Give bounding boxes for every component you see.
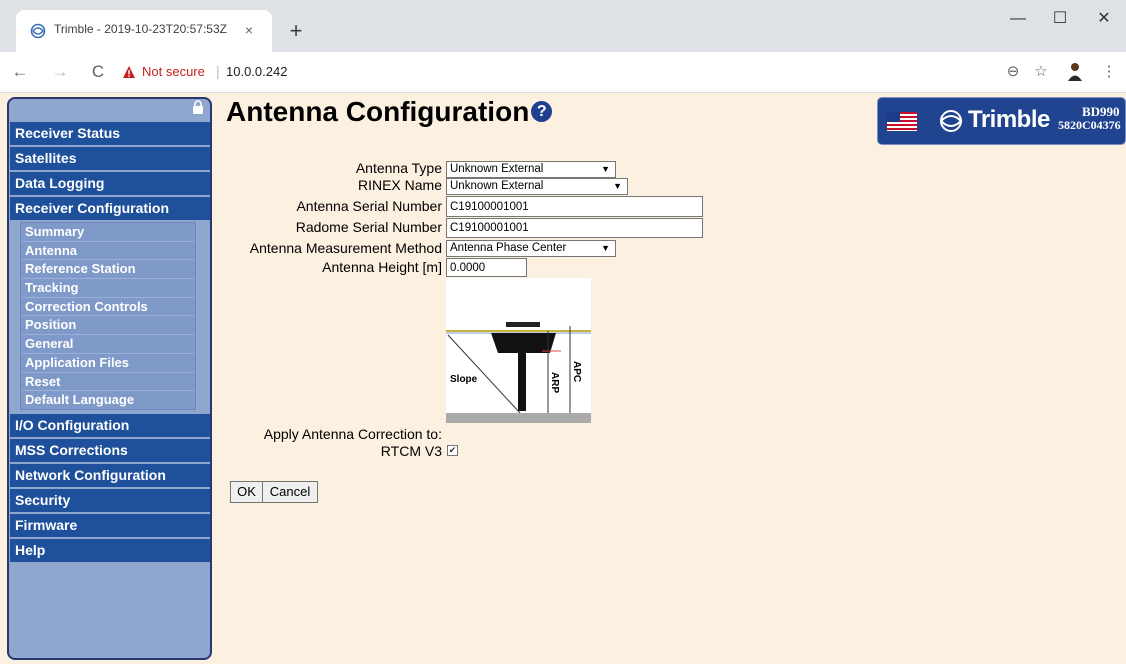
measurement-method-select[interactable]: Antenna Phase Center ▼ — [446, 240, 616, 257]
antenna-type-label: Antenna Type — [355, 160, 442, 176]
address-bar[interactable]: Not secure | 10.0.0.242 — [118, 58, 1026, 86]
sidebar-subitem-correction-controls[interactable]: Correction Controls — [21, 297, 195, 317]
rinex-name-label: RINEX Name — [357, 177, 442, 193]
browser-tab[interactable]: Trimble - 2019-10-23T20:57:53Z × — [16, 10, 272, 52]
antenna-type-select[interactable]: Unknown External ▼ — [446, 161, 616, 178]
radome-serial-label: Radome Serial Number — [295, 219, 442, 235]
rtcm-v3-label: RTCM V3 — [380, 443, 442, 459]
sidebar-subitem-reset[interactable]: Reset — [21, 372, 195, 392]
sidebar-subitem-general[interactable]: General — [21, 335, 195, 354]
tab-close-icon[interactable]: × — [239, 20, 259, 40]
trimble-brand-text: Trimble — [968, 106, 1050, 133]
menu-dots-icon[interactable]: ⋮ — [1098, 61, 1120, 83]
ok-button[interactable]: OK — [230, 481, 263, 503]
close-window-button[interactable]: ✕ — [1082, 8, 1126, 30]
antenna-height-label: Antenna Height [m] — [322, 259, 442, 275]
antenna-serial-input[interactable] — [446, 196, 703, 217]
measurement-method-value: Antenna Phase Center — [450, 242, 567, 254]
antenna-serial-label: Antenna Serial Number — [296, 198, 442, 214]
sidebar-subitem-summary[interactable]: Summary — [21, 223, 195, 242]
trimble-logo-banner: Trimble BD990 5820C04376 — [877, 97, 1126, 145]
sidebar-item-receiver-configuration[interactable]: Receiver Configuration — [10, 197, 210, 220]
reload-icon[interactable]: C — [86, 60, 110, 84]
rinex-name-select[interactable]: Unknown External ▼ — [446, 178, 628, 195]
not-secure-label[interactable]: Not secure — [142, 64, 205, 79]
sidebar-subitem-antenna[interactable]: Antenna — [21, 241, 195, 261]
new-tab-button[interactable]: + — [284, 20, 308, 44]
trimble-globe-icon — [940, 110, 963, 132]
cancel-button[interactable]: Cancel — [262, 481, 318, 503]
sidebar-subitem-reference-station[interactable]: Reference Station — [21, 260, 195, 280]
antenna-height-input[interactable] — [446, 258, 527, 277]
page-title-text: Antenna Configuration — [226, 96, 530, 127]
us-flag-icon[interactable] — [887, 112, 917, 131]
sidebar-item-satellites[interactable]: Satellites — [10, 147, 210, 170]
radome-serial-input[interactable] — [446, 218, 703, 238]
measurement-method-label: Antenna Measurement Method — [249, 240, 442, 256]
profile-avatar-icon[interactable] — [1064, 61, 1086, 83]
zoom-icon[interactable]: ⊖ — [1002, 61, 1024, 83]
sidebar-subitem-position[interactable]: Position — [21, 316, 195, 336]
sidebar-subitem-tracking[interactable]: Tracking — [21, 279, 195, 298]
sidebar: Receiver Status Satellites Data Logging … — [7, 97, 212, 660]
bookmark-star-icon[interactable]: ☆ — [1030, 61, 1052, 83]
url-text[interactable]: 10.0.0.242 — [226, 64, 287, 79]
diagram-apc-label: APC — [571, 361, 582, 382]
dropdown-caret-icon: ▼ — [601, 164, 610, 174]
warning-icon — [123, 66, 135, 78]
apply-correction-label: Apply Antenna Correction to: — [263, 426, 442, 442]
sidebar-item-receiver-status[interactable]: Receiver Status — [10, 122, 210, 145]
page-title: Antenna Configuration? — [226, 96, 553, 128]
lock-icon[interactable] — [192, 100, 204, 114]
sidebar-item-data-logging[interactable]: Data Logging — [10, 172, 210, 195]
sidebar-subitem-default-language[interactable]: Default Language — [21, 391, 195, 409]
rtcm-v3-checkbox[interactable]: ✔ — [447, 445, 458, 456]
sidebar-item-firmware[interactable]: Firmware — [10, 513, 210, 537]
sidebar-submenu-receiver-configuration: Summary Antenna Reference Station Tracki… — [20, 222, 196, 410]
dropdown-caret-icon: ▼ — [613, 181, 622, 191]
minimize-button[interactable]: — — [996, 8, 1040, 30]
antenna-type-value: Unknown External — [450, 163, 544, 175]
sidebar-menu: Receiver Status Satellites Data Logging … — [10, 122, 210, 564]
diagram-slope-label: Slope — [450, 374, 478, 385]
forward-arrow-icon[interactable]: → — [48, 60, 72, 84]
maximize-button[interactable]: ☐ — [1038, 8, 1082, 30]
diagram-arp-label: ARP — [549, 372, 560, 393]
antenna-measurement-diagram: Slope ARP APC — [446, 278, 591, 423]
help-icon[interactable]: ? — [531, 101, 553, 122]
url-separator: | — [216, 63, 220, 79]
trimble-favicon-icon — [30, 23, 46, 39]
sidebar-item-io-configuration[interactable]: I/O Configuration — [10, 413, 210, 437]
sidebar-item-help[interactable]: Help — [10, 538, 210, 562]
tab-title: Trimble - 2019-10-23T20:57:53Z — [54, 22, 227, 36]
sidebar-item-mss-corrections[interactable]: MSS Corrections — [10, 438, 210, 462]
sidebar-item-security[interactable]: Security — [10, 488, 210, 512]
browser-tab-strip: Trimble - 2019-10-23T20:57:53Z × + — ☐ ✕ — [0, 0, 1126, 52]
dropdown-caret-icon: ▼ — [601, 243, 610, 253]
sidebar-item-network-configuration[interactable]: Network Configuration — [10, 463, 210, 487]
sidebar-subitem-application-files[interactable]: Application Files — [21, 353, 195, 373]
rinex-name-value: Unknown External — [450, 180, 544, 192]
browser-toolbar: ← → C Not secure | 10.0.0.242 ⊖ ☆ ⋮ — [0, 52, 1126, 93]
back-arrow-icon[interactable]: ← — [8, 60, 32, 84]
receiver-serial: 5820C04376 — [1058, 118, 1121, 132]
